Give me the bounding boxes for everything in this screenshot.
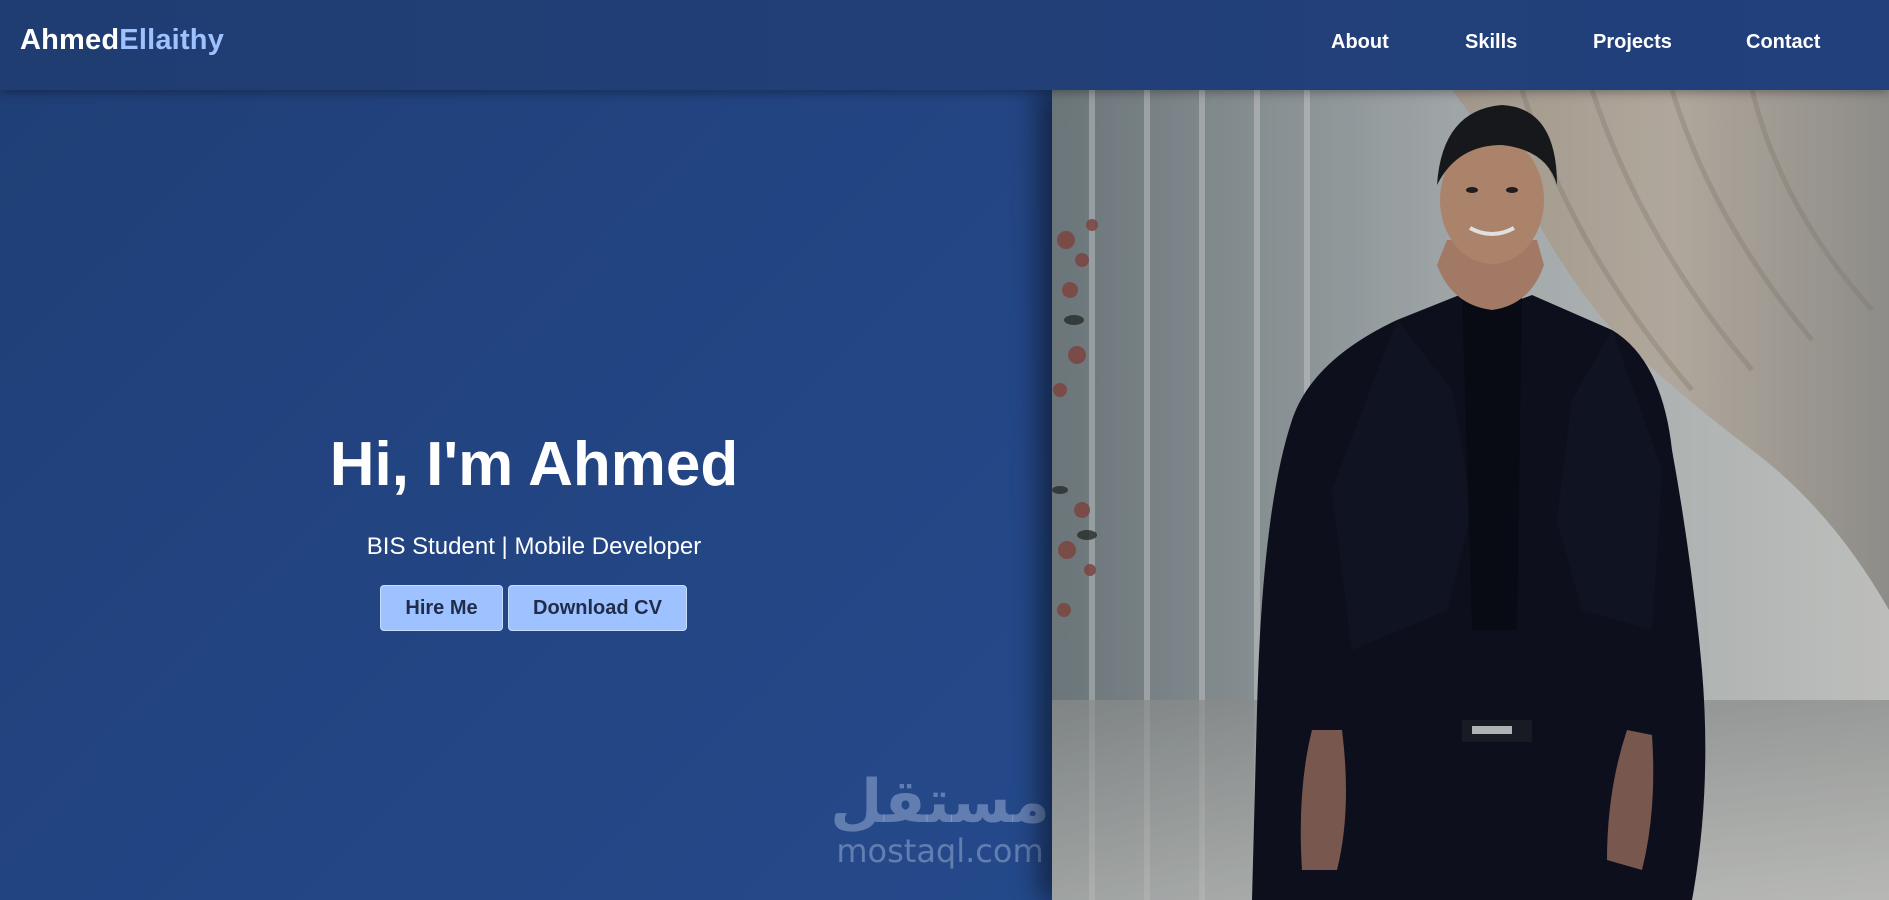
profile-photo <box>1052 90 1889 900</box>
hero-subtitle: BIS Student | Mobile Developer <box>366 533 702 560</box>
hire-me-button[interactable]: Hire Me <box>380 585 503 631</box>
logo-first-name: Ahmed <box>20 24 120 56</box>
hero-content: Hi, I'm Ahmed BIS Student | Mobile Devel… <box>0 0 1068 900</box>
nav-link-contact[interactable]: Contact <box>1746 31 1820 54</box>
watermark: مستقل mostaql.com <box>825 770 1055 880</box>
nav-link-projects[interactable]: Projects <box>1593 31 1672 54</box>
navbar: AhmedEllaithy About Skills Projects Cont… <box>0 0 1889 90</box>
nav-link-skills[interactable]: Skills <box>1465 31 1517 54</box>
watermark-arabic: مستقل <box>830 767 1050 837</box>
watermark-latin: mostaql.com <box>836 832 1044 870</box>
logo-last-name: Ellaithy <box>119 24 225 56</box>
nav-link-about[interactable]: About <box>1331 31 1389 54</box>
profile-photo-illustration <box>1052 90 1889 900</box>
hero-title: Hi, I'm Ahmed <box>329 430 739 499</box>
logo[interactable]: AhmedEllaithy <box>20 24 224 57</box>
download-cv-button[interactable]: Download CV <box>508 585 687 631</box>
